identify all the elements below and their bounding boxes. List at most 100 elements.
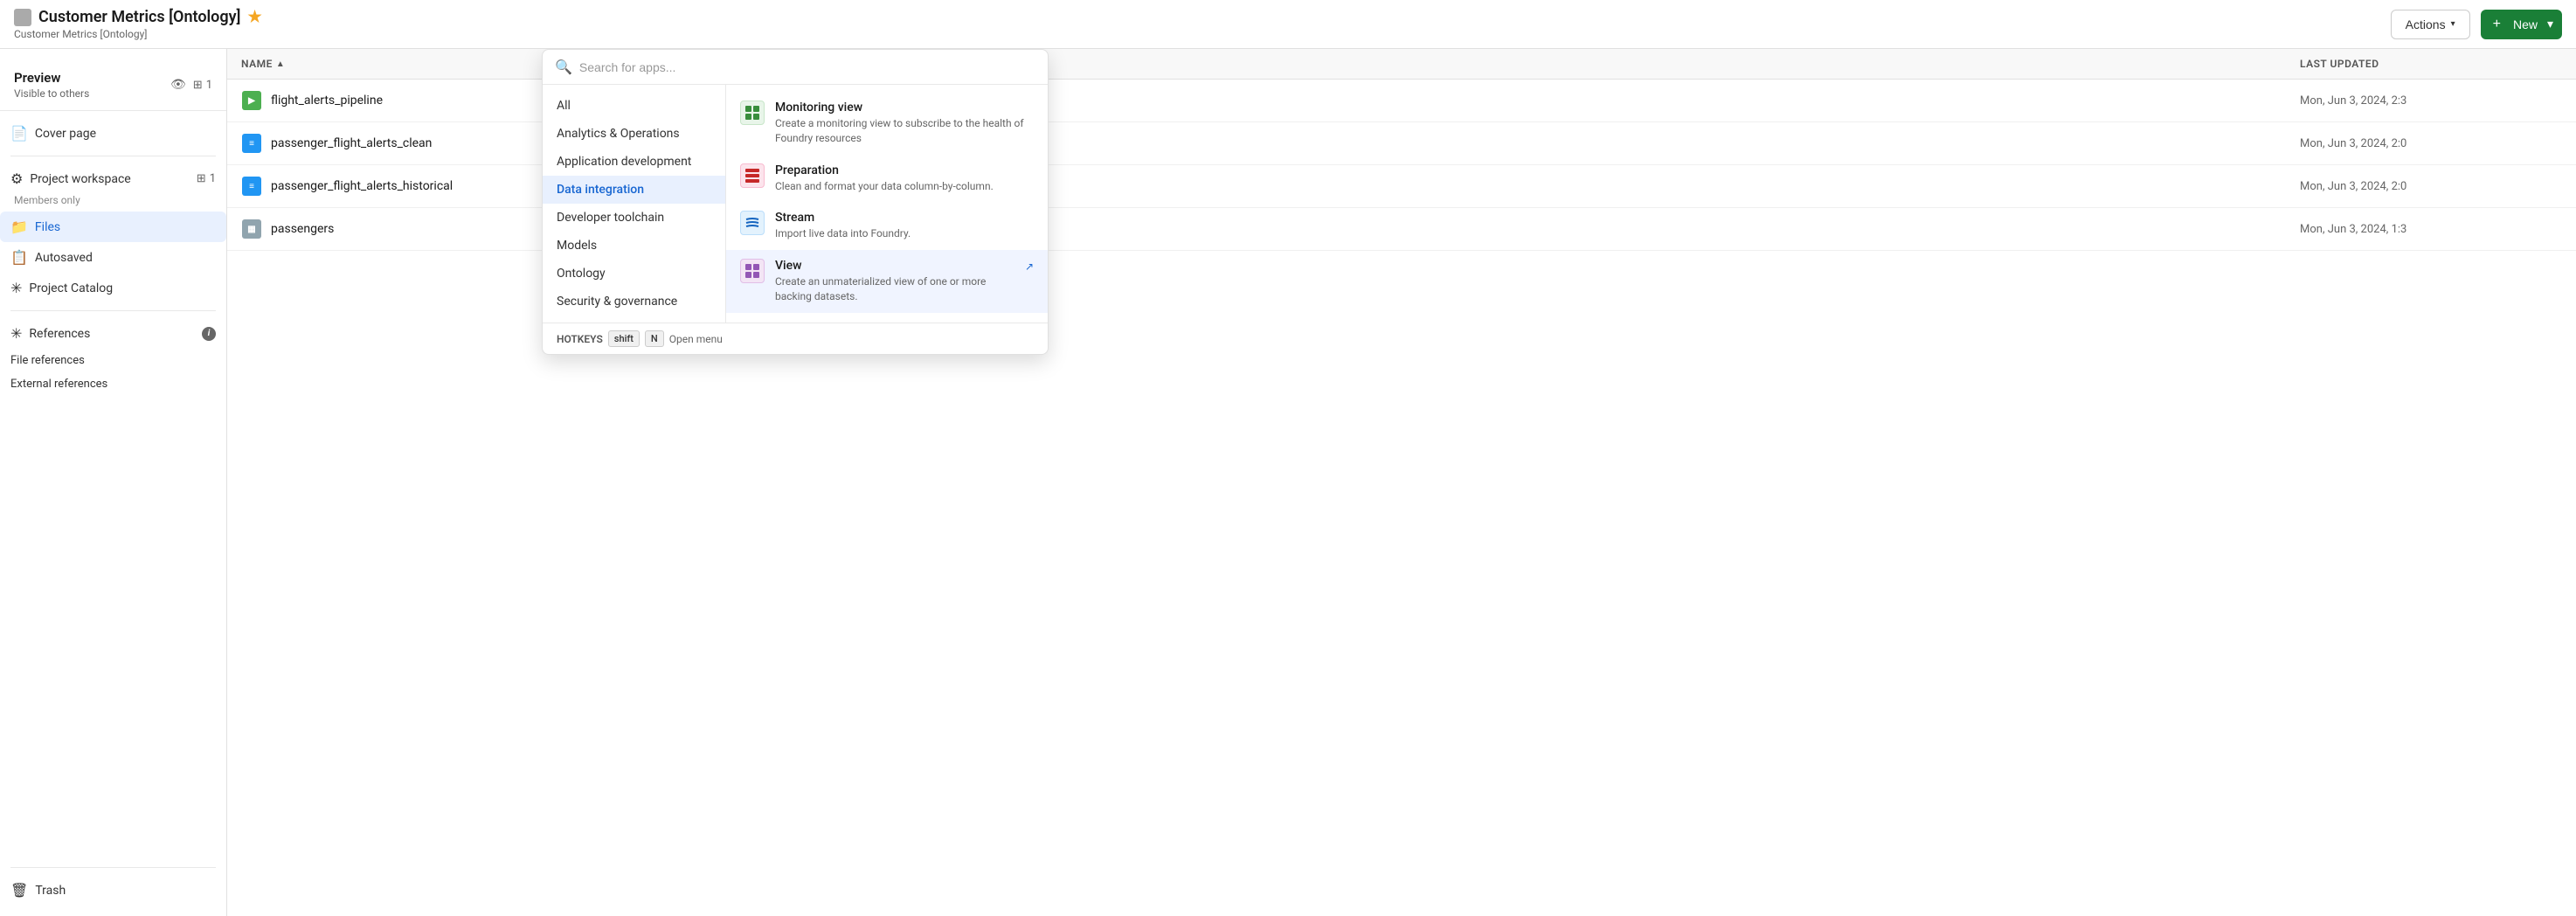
header-left: Customer Metrics [Ontology] ★ Customer M… — [14, 8, 262, 40]
preparation-app-title: Preparation — [775, 163, 1034, 177]
hotkey-action-label: Open menu — [669, 333, 723, 345]
category-item-analytics[interactable]: Analytics & Operations — [543, 120, 725, 148]
stream-app-content: Stream Import live data into Foundry. — [775, 211, 1034, 241]
app-item-view[interactable]: View Create an unmaterialized view of on… — [726, 250, 1048, 313]
monitoring-app-desc: Create a monitoring view to subscribe to… — [775, 116, 1034, 146]
project-catalog-label: Project Catalog — [29, 281, 216, 295]
autosaved-icon: 📋 — [10, 249, 28, 266]
actions-label: Actions — [2406, 17, 2446, 31]
view-app-content: View Create an unmaterialized view of on… — [775, 259, 1014, 304]
references-icon: ✳ — [10, 325, 22, 342]
eye-icon[interactable]: 👁 — [170, 78, 186, 92]
file-references-label: File references — [10, 354, 85, 367]
sidebar-item-references[interactable]: ✳ References i — [0, 318, 226, 349]
star-icon[interactable]: ★ — [247, 8, 261, 26]
content-area: NAME ▲ LAST UPDATED ▶ flight_alerts_pipe… — [227, 49, 2576, 916]
sidebar: Preview Visible to others 👁 ⊞ 1 📄 Cover — [0, 49, 227, 916]
dataset-icon: ≡ — [242, 134, 261, 153]
window-icon — [14, 9, 31, 26]
search-input[interactable] — [579, 60, 1035, 74]
external-references-label: External references — [10, 378, 107, 391]
section-divider-2 — [10, 310, 216, 311]
autosaved-label: Autosaved — [35, 251, 216, 265]
grid-icon: ⊞ — [193, 79, 203, 92]
view-app-link-icon[interactable]: ↗ — [1025, 259, 1034, 273]
settings-icon: ⚙ — [10, 170, 23, 187]
sort-arrow-icon: ▲ — [276, 59, 285, 69]
preview-section: Preview Visible to others 👁 ⊞ 1 — [0, 59, 226, 111]
breadcrumb: Customer Metrics [Ontology] — [14, 28, 262, 40]
search-box: 🔍 — [543, 50, 1048, 85]
dataset-icon-2: ≡ — [242, 177, 261, 196]
sidebar-item-project-catalog[interactable]: ✳ Project Catalog — [0, 273, 226, 303]
header-right: Actions ▾ + New ▾ — [2391, 10, 2562, 39]
workspace-subtitle: Members only — [0, 194, 226, 212]
plus-icon: + — [2481, 10, 2513, 39]
monitoring-app-title: Monitoring view — [775, 101, 1034, 114]
stream-app-title: Stream — [775, 211, 1034, 225]
catalog-icon: ✳ — [10, 280, 22, 296]
category-item-application[interactable]: Application development — [543, 148, 725, 176]
trash-icon: 🗑 — [10, 882, 28, 899]
cover-page-icon: 📄 — [10, 125, 28, 142]
sidebar-item-project-workspace[interactable]: ⚙ Project workspace ⊞ 1 — [0, 163, 226, 194]
cover-page-label: Cover page — [35, 127, 216, 141]
title-text: Customer Metrics [Ontology] — [38, 8, 240, 26]
table-icon: ▦ — [242, 219, 261, 239]
preview-title: Preview — [14, 70, 89, 86]
header: Customer Metrics [Ontology] ★ Customer M… — [0, 0, 2576, 49]
sidebar-item-external-references[interactable]: External references — [0, 372, 226, 396]
new-label: New — [2513, 17, 2538, 31]
app-item-stream[interactable]: Stream Import live data into Foundry. — [726, 202, 1048, 250]
workspace-count: ⊞ 1 — [197, 172, 216, 185]
col-name-label: NAME — [241, 58, 273, 70]
row-icon-table: ▦ — [241, 219, 262, 239]
preparation-app-desc: Clean and format your data column-by-col… — [775, 179, 1034, 194]
search-icon: 🔍 — [555, 59, 572, 75]
app-item-preparation[interactable]: Preparation Clean and format your data c… — [726, 155, 1048, 203]
category-item-models[interactable]: Models — [543, 232, 725, 260]
category-item-security[interactable]: Security & governance — [543, 288, 725, 316]
hotkey-shift-badge: shift — [608, 330, 640, 347]
new-app-dropdown[interactable]: 🔍 All Analytics & Operations Application… — [542, 49, 1049, 355]
sidebar-item-autosaved[interactable]: 📋 Autosaved — [0, 242, 226, 273]
dropdown-body: All Analytics & Operations Application d… — [543, 85, 1048, 323]
actions-button[interactable]: Actions ▾ — [2391, 10, 2470, 39]
preparation-app-content: Preparation Clean and format your data c… — [775, 163, 1034, 194]
monitoring-app-icon — [740, 101, 765, 125]
preview-icons: 👁 ⊞ 1 — [170, 78, 212, 92]
sidebar-item-cover-page[interactable]: 📄 Cover page — [0, 118, 226, 149]
row-updated-1: Mon, Jun 3, 2024, 2:0 — [2300, 137, 2562, 150]
category-item-data-integration[interactable]: Data integration — [543, 176, 725, 204]
trash-label: Trash — [35, 884, 216, 898]
row-icon-pipeline: ▶ — [241, 90, 262, 111]
row-updated-3: Mon, Jun 3, 2024, 1:3 — [2300, 223, 2562, 236]
preview-count: ⊞ 1 — [193, 79, 212, 92]
row-icon-dataset-2: ≡ — [241, 176, 262, 197]
category-item-ontology[interactable]: Ontology — [543, 260, 725, 288]
preview-count-value: 1 — [206, 79, 212, 92]
preview-left: Preview Visible to others — [14, 70, 89, 100]
monitoring-app-content: Monitoring view Create a monitoring view… — [775, 101, 1034, 146]
row-icon-dataset-1: ≡ — [241, 133, 262, 154]
info-icon: i — [202, 327, 216, 341]
main-layout: Preview Visible to others 👁 ⊞ 1 📄 Cover — [0, 49, 2576, 916]
app-item-monitoring[interactable]: Monitoring view Create a monitoring view… — [726, 92, 1048, 155]
stream-app-icon — [740, 211, 765, 235]
row-updated-2: Mon, Jun 3, 2024, 2:0 — [2300, 180, 2562, 193]
new-button[interactable]: + New ▾ — [2481, 10, 2562, 39]
sidebar-item-file-references[interactable]: File references — [0, 349, 226, 372]
categories-list: All Analytics & Operations Application d… — [543, 85, 726, 323]
category-item-all[interactable]: All — [543, 92, 725, 120]
files-label: Files — [35, 220, 216, 234]
sidebar-item-trash[interactable]: 🗑 Trash — [0, 875, 226, 906]
workspace-count-value: 1 — [210, 172, 216, 185]
row-updated-0: Mon, Jun 3, 2024, 2:3 — [2300, 94, 2562, 108]
category-item-developer[interactable]: Developer toolchain — [543, 204, 725, 232]
new-btn-caret-icon[interactable]: ▾ — [2538, 10, 2562, 38]
project-workspace-label: Project workspace — [30, 172, 189, 186]
preparation-app-icon — [740, 163, 765, 188]
dropdown-footer: HOTKEYS shift N Open menu — [543, 323, 1048, 354]
sidebar-item-files[interactable]: 📁 Files — [0, 212, 226, 242]
pipeline-icon: ▶ — [242, 91, 261, 110]
